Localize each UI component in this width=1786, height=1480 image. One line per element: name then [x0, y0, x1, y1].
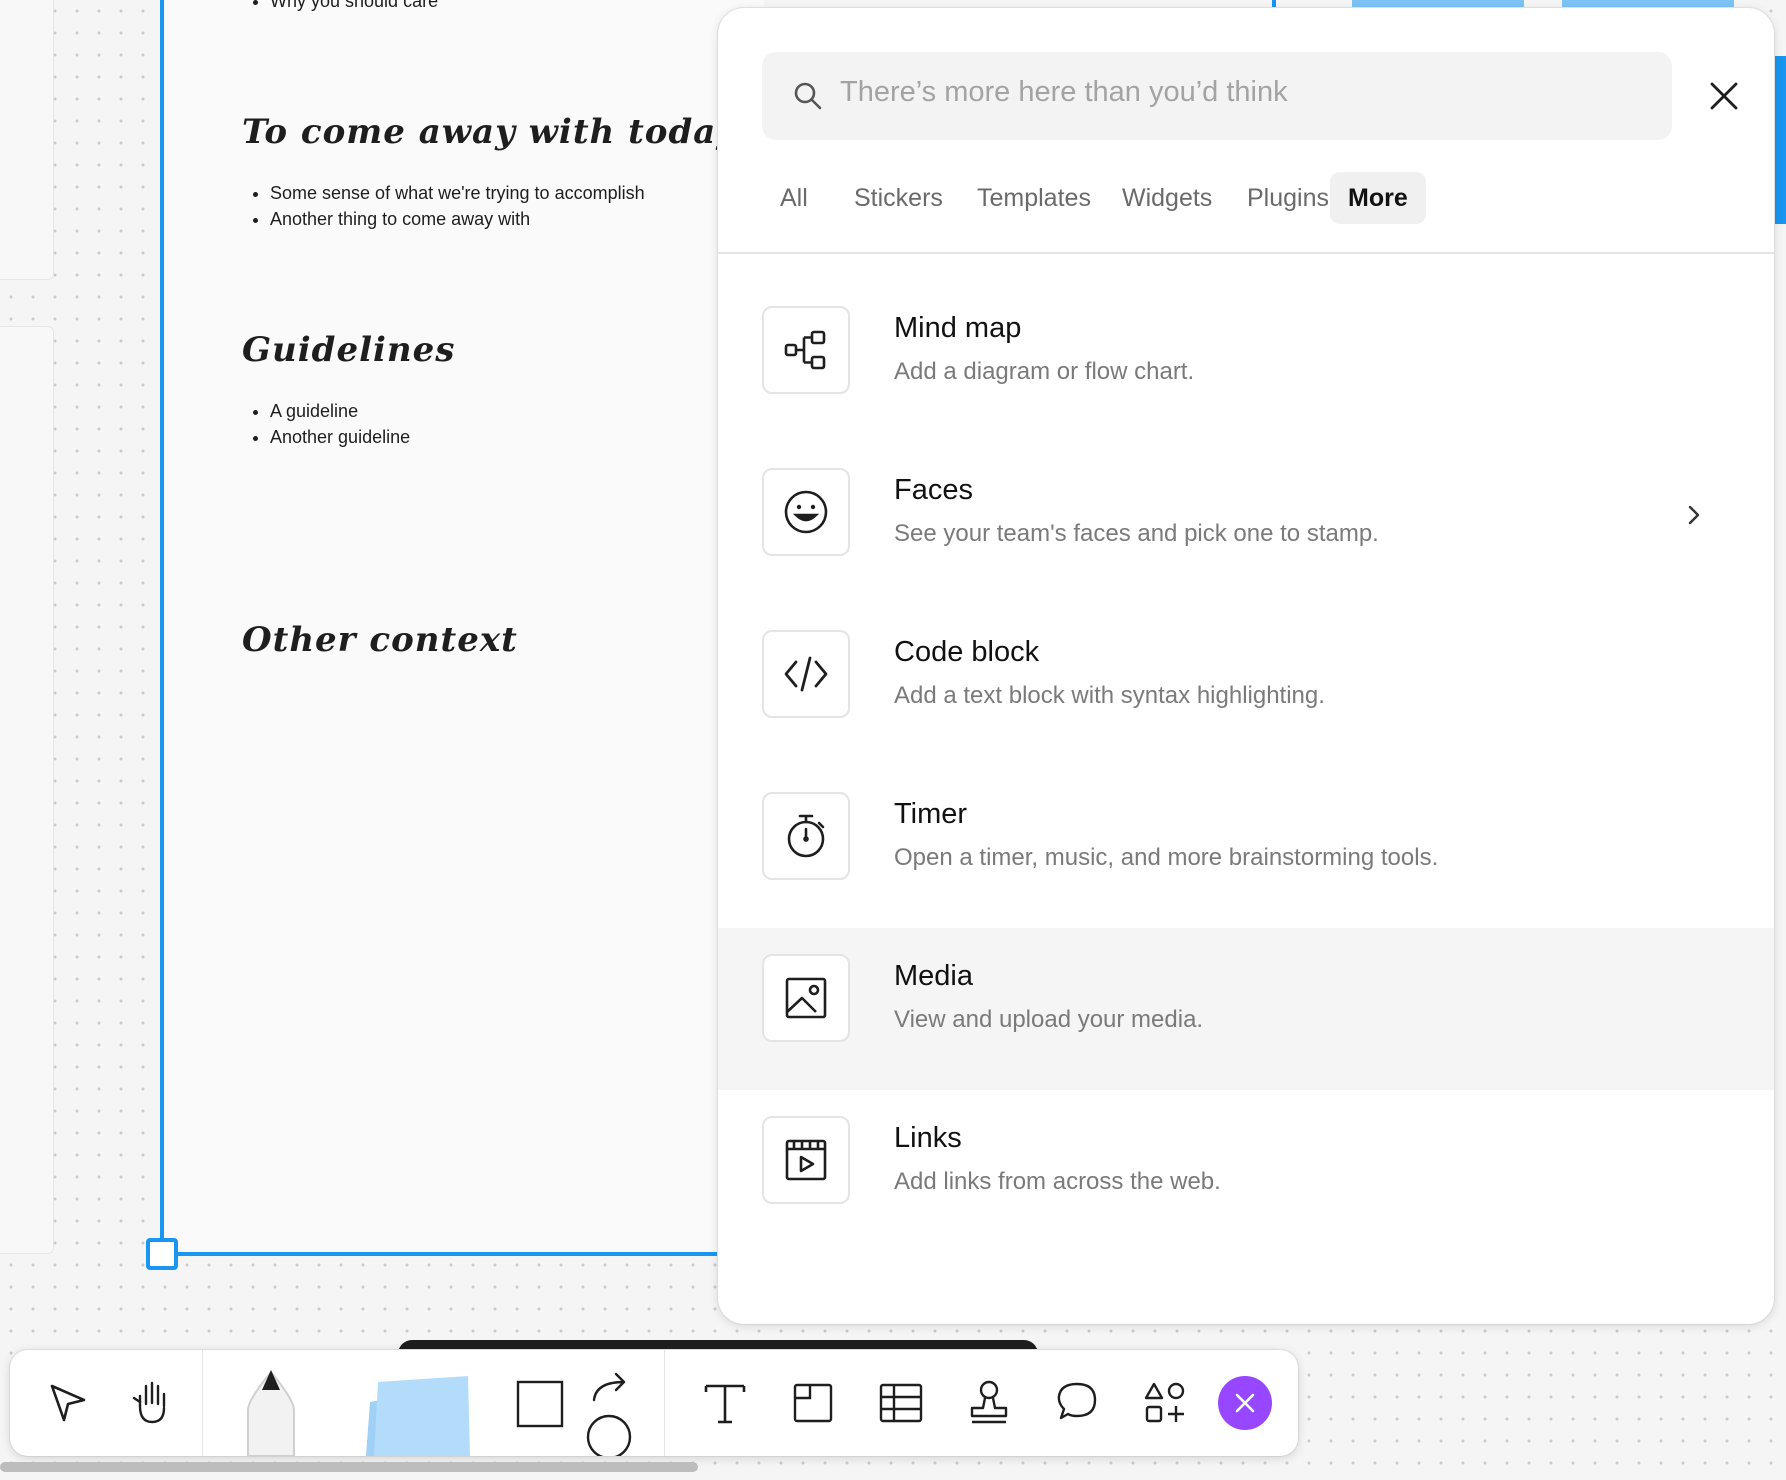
chevron-right-icon[interactable]: [1682, 500, 1706, 530]
section-heading: To come away with today...: [242, 112, 772, 152]
canvas-card: [0, 0, 54, 280]
bullet-item: Another thing to come away with: [270, 206, 645, 232]
circle-tool[interactable]: [584, 1412, 634, 1460]
connector-tool[interactable]: [588, 1370, 632, 1406]
item-icon-box: [762, 954, 850, 1042]
list-item-faces[interactable]: Faces See your team's faces and pick one…: [718, 442, 1774, 604]
bullet-item: Why you should care: [270, 0, 438, 14]
sticky-note-tool[interactable]: [360, 1372, 480, 1456]
move-icon: [50, 1384, 86, 1422]
item-icon-box: [762, 1116, 850, 1204]
item-description: Add links from across the web.: [894, 1168, 1221, 1195]
table-tool[interactable]: [866, 1368, 936, 1438]
canvas-object: [1774, 56, 1786, 224]
section-heading: Guidelines: [242, 330, 456, 370]
timer-icon: [787, 814, 825, 858]
tab-all[interactable]: All: [762, 172, 826, 224]
links-icon: [785, 1139, 827, 1181]
item-icon-box: [762, 792, 850, 880]
more-tools-icon: [1144, 1382, 1185, 1423]
toolbar-separator: [202, 1350, 203, 1456]
item-icon-box: [762, 468, 850, 556]
search-placeholder: There’s more here than you’d think: [840, 76, 1288, 108]
stamp-icon: [970, 1380, 1008, 1424]
item-title: Media: [894, 960, 973, 992]
close-icon: [1235, 1393, 1255, 1413]
comment-tool[interactable]: [1042, 1368, 1112, 1438]
bullet-list: Why you should care: [246, 0, 438, 14]
more-panel: There’s more here than you’d think All S…: [718, 8, 1774, 1324]
bullet-item: Another guideline: [270, 424, 410, 450]
item-title: Code block: [894, 636, 1040, 668]
item-description: View and upload your media.: [894, 1006, 1204, 1033]
item-description: See your team's faces and pick one to st…: [894, 520, 1379, 547]
section-tool[interactable]: [778, 1368, 848, 1438]
resize-handle[interactable]: [146, 1238, 178, 1270]
mind-map-icon: [784, 330, 826, 370]
hand-icon: [132, 1381, 166, 1424]
list-item-links[interactable]: Links Add links from across the web.: [718, 1090, 1774, 1252]
tab-widgets[interactable]: Widgets: [1104, 172, 1230, 224]
horizontal-scrollbar[interactable]: [0, 1462, 698, 1472]
list-item-code-block[interactable]: Code block Add a text block with syntax …: [718, 604, 1774, 766]
item-description: Add a diagram or flow chart.: [894, 358, 1195, 385]
more-tools[interactable]: [1130, 1368, 1200, 1438]
tab-more[interactable]: More: [1330, 172, 1426, 224]
bottom-toolbar: [10, 1350, 1298, 1460]
media-icon: [785, 977, 827, 1019]
item-description: Open a timer, music, and more brainstorm…: [894, 844, 1439, 871]
item-description: Add a text block with syntax highlightin…: [894, 682, 1325, 709]
item-title: Timer: [894, 798, 968, 830]
bullet-list: A guideline Another guideline: [246, 398, 410, 450]
bullet-item: A guideline: [270, 398, 410, 424]
item-title: Links: [894, 1122, 962, 1154]
selected-section[interactable]: Why you should care To come away with to…: [146, 0, 771, 1270]
table-icon: [879, 1383, 923, 1423]
search-input[interactable]: There’s more here than you’d think: [762, 52, 1672, 140]
rectangle-tool[interactable]: [514, 1378, 566, 1430]
list-item-mind-map[interactable]: Mind map Add a diagram or flow chart.: [718, 280, 1774, 442]
section-icon: [793, 1383, 833, 1423]
marker-tool[interactable]: [240, 1360, 302, 1457]
list-item-media[interactable]: Media View and upload your media.: [718, 928, 1774, 1090]
canvas-card: [0, 326, 54, 1254]
divider: [718, 252, 1774, 254]
circle-icon: [586, 1414, 632, 1460]
text-icon: [704, 1384, 746, 1424]
close-icon[interactable]: [1698, 70, 1750, 122]
tab-templates[interactable]: Templates: [959, 172, 1109, 224]
sticky-note-icon: [366, 1376, 470, 1456]
hand-tool[interactable]: [118, 1368, 188, 1438]
close-button[interactable]: [1218, 1376, 1272, 1430]
item-icon-box: [762, 630, 850, 718]
item-title: Mind map: [894, 312, 1022, 344]
toolbar-separator: [664, 1350, 665, 1456]
tab-stickers[interactable]: Stickers: [836, 172, 961, 224]
stamp-tool[interactable]: [954, 1368, 1024, 1438]
bullet-item: Some sense of what we're trying to accom…: [270, 180, 645, 206]
text-tool[interactable]: [690, 1368, 760, 1438]
section-heading: Other context: [242, 620, 518, 660]
comment-icon: [1057, 1382, 1097, 1420]
item-title: Faces: [894, 474, 973, 506]
list-item-timer[interactable]: Timer Open a timer, music, and more brai…: [718, 766, 1774, 928]
bullet-list: Some sense of what we're trying to accom…: [246, 180, 645, 232]
move-tool[interactable]: [30, 1368, 100, 1438]
search-icon: [794, 82, 822, 110]
code-icon: [784, 656, 828, 692]
connector-icon: [592, 1372, 626, 1402]
marker-icon: [247, 1370, 295, 1457]
item-icon-box: [762, 306, 850, 394]
faces-icon: [784, 490, 828, 534]
rectangle-icon: [516, 1380, 564, 1428]
